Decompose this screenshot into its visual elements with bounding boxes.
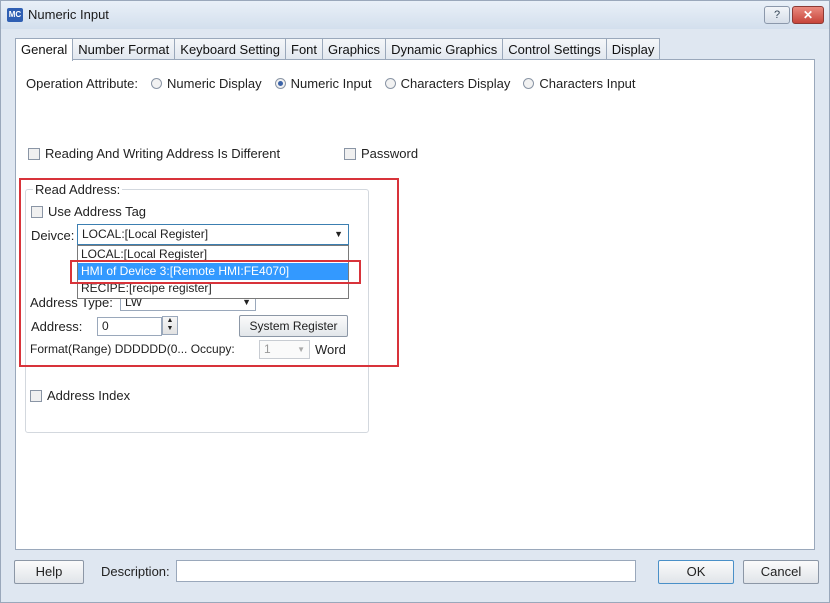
cancel-button[interactable]: Cancel — [743, 560, 819, 584]
operation-attribute-label: Operation Attribute: — [26, 76, 139, 91]
app-icon: MC — [7, 8, 23, 22]
help-button[interactable]: Help — [14, 560, 84, 584]
checkbox-label: Reading And Writing Address Is Different — [45, 146, 281, 161]
radio-icon — [151, 78, 163, 89]
radio-label: Characters Display — [400, 76, 511, 91]
checkbox-label: Address Index — [47, 388, 131, 403]
title-bar: MC Numeric Input ? ✕ — [1, 1, 829, 29]
dialog-footer: Help Description: OK Cancel — [1, 554, 829, 602]
read-address-annotation-box — [19, 178, 399, 367]
radio-checked-icon — [274, 78, 286, 89]
tab-graphics[interactable]: Graphics — [322, 38, 387, 60]
radio-label: Characters Input — [539, 76, 636, 91]
radio-icon — [384, 78, 396, 89]
description-label: Description: — [101, 564, 170, 579]
ok-button[interactable]: OK — [658, 560, 734, 584]
radio-icon — [523, 78, 535, 89]
radio-numeric-input[interactable]: Numeric Input — [274, 76, 372, 91]
tab-number-format[interactable]: Number Format — [72, 38, 176, 60]
close-button[interactable]: ✕ — [792, 6, 824, 24]
radio-characters-input[interactable]: Characters Input — [523, 76, 636, 91]
tab-bar: General Number Format Keyboard Setting F… — [15, 38, 661, 61]
checkbox-icon — [28, 147, 40, 160]
checkbox-icon — [344, 147, 356, 160]
checkbox-label: Password — [361, 146, 419, 161]
numeric-input-dialog: MC Numeric Input ? ✕ General Number Form… — [0, 0, 830, 603]
radio-numeric-display[interactable]: Numeric Display — [151, 76, 262, 91]
tab-control-settings[interactable]: Control Settings — [502, 38, 607, 60]
tab-display[interactable]: Display — [605, 38, 661, 60]
address-index-checkbox[interactable]: Address Index — [30, 388, 130, 403]
checkbox-icon — [30, 389, 42, 402]
tab-font[interactable]: Font — [285, 38, 324, 60]
rw-different-checkbox[interactable]: Reading And Writing Address Is Different — [28, 146, 280, 161]
tab-keyboard-setting[interactable]: Keyboard Setting — [174, 38, 287, 60]
radio-characters-display[interactable]: Characters Display — [384, 76, 511, 91]
window-title: Numeric Input — [28, 7, 109, 22]
radio-label: Numeric Display — [167, 76, 262, 91]
radio-label: Numeric Input — [290, 76, 372, 91]
tab-dynamic-graphics[interactable]: Dynamic Graphics — [385, 38, 504, 60]
tab-general[interactable]: General — [15, 38, 74, 61]
description-input[interactable] — [176, 560, 636, 582]
password-checkbox[interactable]: Password — [344, 146, 418, 161]
help-title-button[interactable]: ? — [764, 6, 790, 24]
operation-attribute-row: Operation Attribute: Numeric Display Num… — [26, 76, 636, 91]
